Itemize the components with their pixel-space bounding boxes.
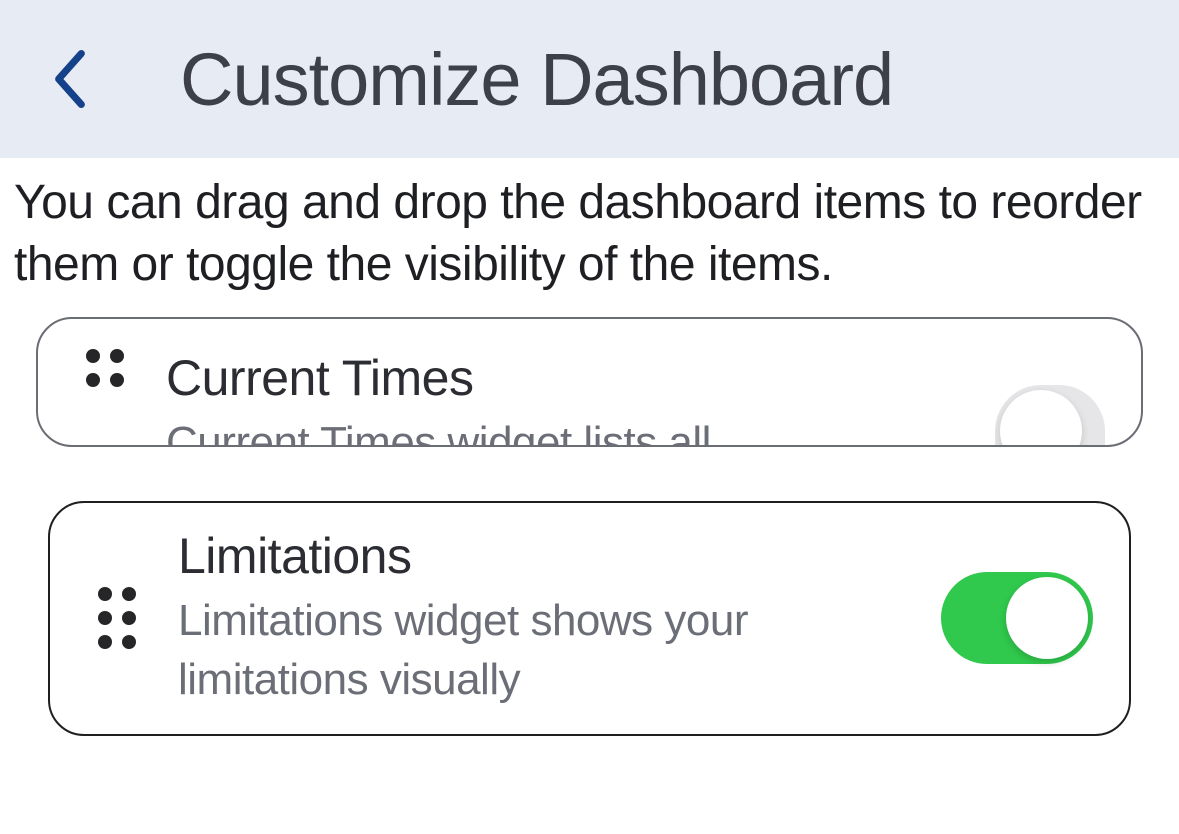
- page-title: Customize Dashboard: [180, 37, 893, 122]
- dashboard-item-limitations[interactable]: Limitations Limitations widget shows you…: [48, 501, 1131, 736]
- drag-handle-icon[interactable]: [98, 587, 136, 649]
- dashboard-item-limitations-dragging[interactable]: Limitations Limitations widget shows you…: [0, 477, 1179, 760]
- dashboard-items-list: Current Times Current Times widget lists…: [0, 317, 1179, 447]
- item-description: Current Times widget lists all: [166, 413, 975, 447]
- item-title: Limitations: [178, 527, 921, 585]
- item-text: Current Times Current Times widget lists…: [166, 349, 975, 447]
- drag-handle-icon[interactable]: [86, 349, 124, 387]
- item-text: Limitations Limitations widget shows you…: [178, 527, 921, 710]
- toggle-knob: [1006, 577, 1088, 659]
- back-button[interactable]: [40, 39, 100, 119]
- instructions-text: You can drag and drop the dashboard item…: [0, 158, 1179, 317]
- header-bar: Customize Dashboard: [0, 0, 1179, 158]
- dashboard-item-current-times[interactable]: Current Times Current Times widget lists…: [36, 317, 1143, 447]
- visibility-toggle[interactable]: [995, 385, 1105, 445]
- item-description: Limitations widget shows your limitation…: [178, 591, 921, 710]
- item-title: Current Times: [166, 349, 975, 407]
- visibility-toggle[interactable]: [941, 572, 1093, 664]
- chevron-left-icon: [53, 49, 87, 109]
